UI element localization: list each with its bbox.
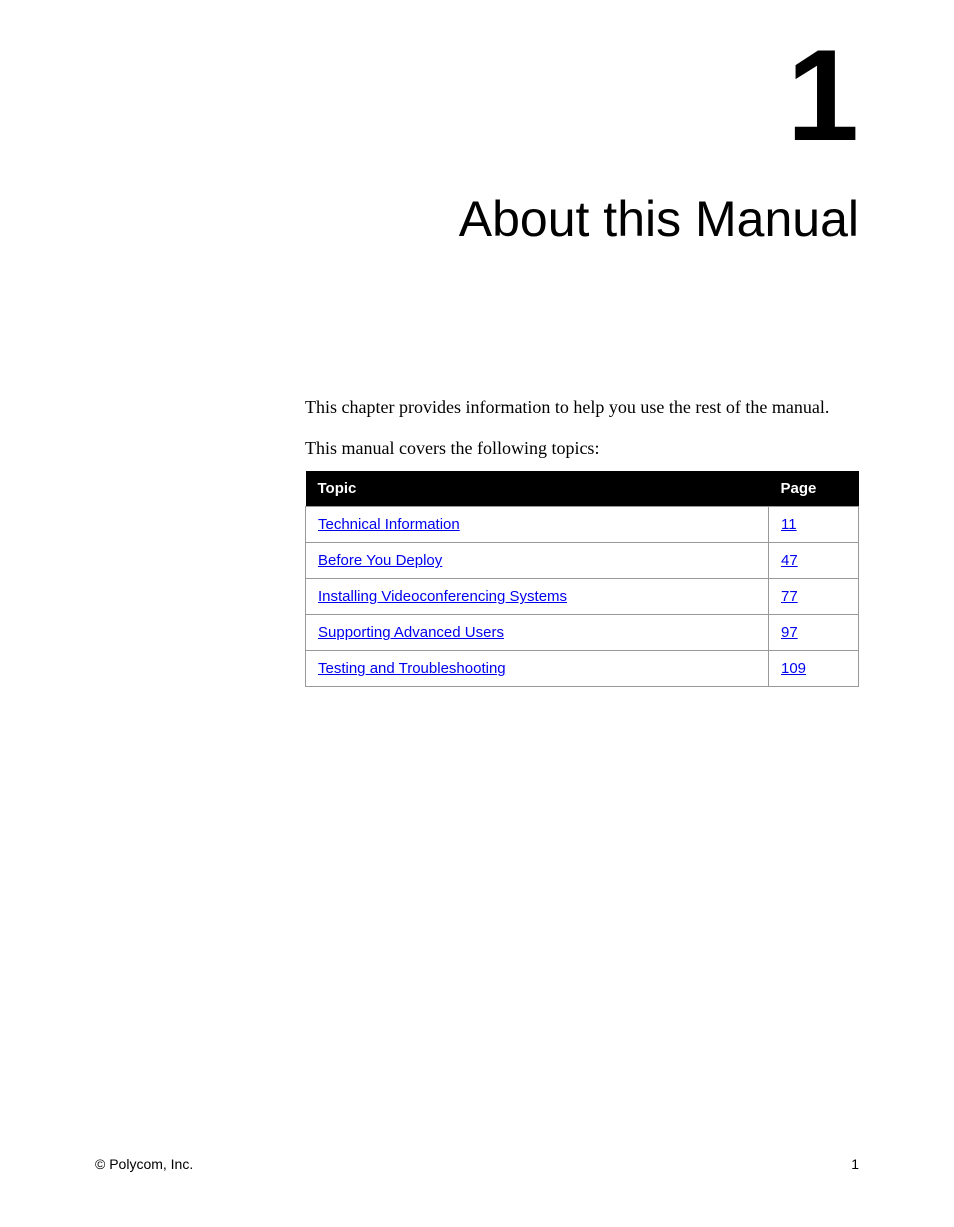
page-link-77[interactable]: 77 — [781, 588, 798, 605]
table-row: Before You Deploy 47 — [306, 543, 859, 579]
chapter-title: About this Manual — [459, 190, 859, 248]
topic-link-technical-information[interactable]: Technical Information — [318, 516, 460, 533]
topic-link-supporting-advanced-users[interactable]: Supporting Advanced Users — [318, 624, 504, 641]
page-link-47[interactable]: 47 — [781, 552, 798, 569]
header-topic: Topic — [306, 471, 769, 507]
table-row: Testing and Troubleshooting 109 — [306, 651, 859, 687]
footer-page-number: 1 — [851, 1156, 859, 1172]
header-page: Page — [769, 471, 859, 507]
topic-link-before-you-deploy[interactable]: Before You Deploy — [318, 552, 442, 569]
page-link-11[interactable]: 11 — [781, 516, 797, 533]
topics-table: Topic Page Technical Information 11 Befo… — [305, 471, 859, 687]
intro-text: This chapter provides information to hel… — [305, 395, 859, 420]
topic-link-testing-and-troubleshooting[interactable]: Testing and Troubleshooting — [318, 660, 506, 677]
chapter-number: 1 — [787, 30, 859, 160]
footer-copyright: © Polycom, Inc. — [95, 1156, 193, 1172]
page-link-97[interactable]: 97 — [781, 624, 798, 641]
topics-intro: This manual covers the following topics: — [305, 438, 859, 459]
topic-link-installing-videoconferencing-systems[interactable]: Installing Videoconferencing Systems — [318, 588, 567, 605]
page-link-109[interactable]: 109 — [781, 660, 806, 677]
table-row: Technical Information 11 — [306, 507, 859, 543]
table-row: Installing Videoconferencing Systems 77 — [306, 579, 859, 615]
table-row: Supporting Advanced Users 97 — [306, 615, 859, 651]
